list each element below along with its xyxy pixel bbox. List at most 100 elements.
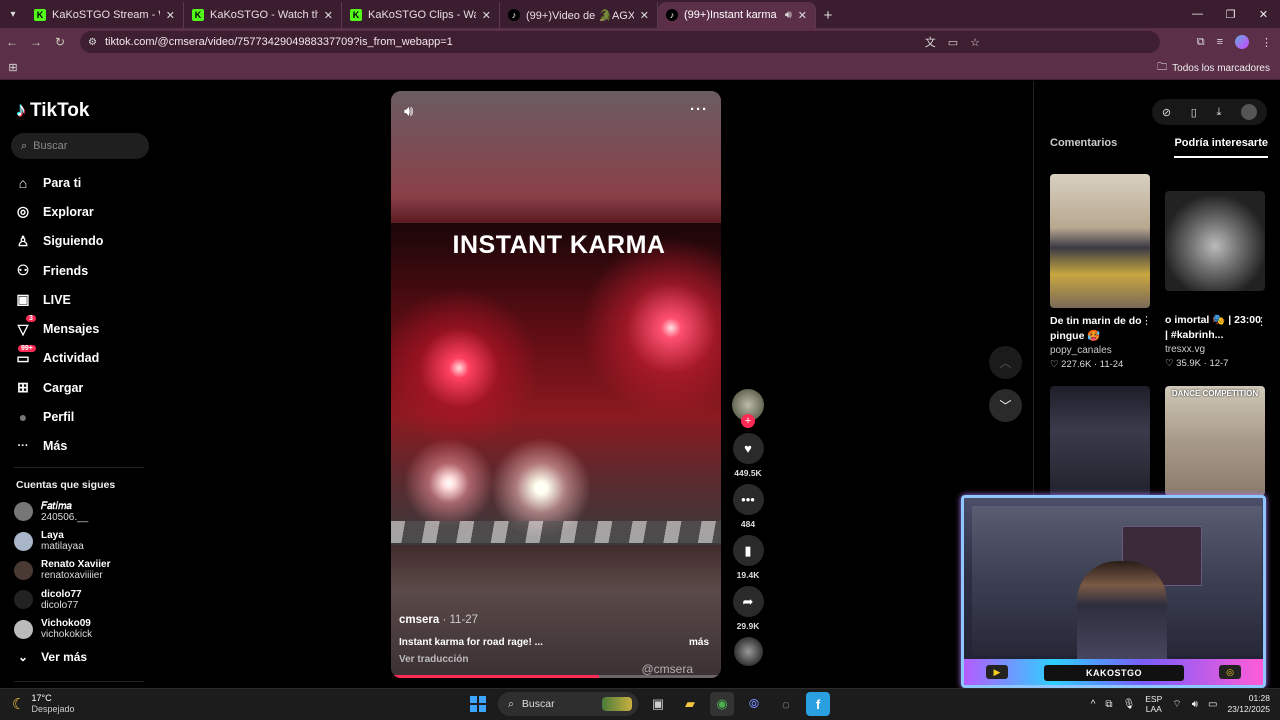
- nav-item-cargar[interactable]: ⊞ Cargar: [14, 373, 103, 402]
- translate-button[interactable]: Ver traducción: [399, 654, 468, 665]
- download-icon[interactable]: ⤓: [1217, 106, 1222, 119]
- share-action[interactable]: ➦ 29.9K: [732, 586, 764, 633]
- volume-icon[interactable]: 🔊︎: [1192, 699, 1198, 710]
- music-disc-icon[interactable]: [733, 637, 763, 666]
- recommended-card[interactable]: De tin marin de do pingue 🥵 ⋮ popy_canal…: [1050, 174, 1152, 370]
- weather-widget[interactable]: ☾ 17°C Despejado: [12, 693, 74, 715]
- more-description-button[interactable]: más: [689, 637, 709, 648]
- heart-icon[interactable]: ♥: [732, 433, 764, 464]
- all-bookmarks-folder[interactable]: 🗀︎ Todos los marcadores: [1157, 56, 1270, 80]
- card-more-icon[interactable]: ⋮: [1256, 315, 1267, 328]
- chrome-icon[interactable]: ◉: [710, 692, 734, 716]
- tiktok-logo[interactable]: ♪ TikTok: [16, 99, 89, 122]
- restore-icon[interactable]: ❐: [1214, 0, 1247, 28]
- tray-overflow-icon[interactable]: ^: [1091, 699, 1096, 710]
- url-input[interactable]: ⚙ tiktok.com/@cmsera/video/7577342904988…: [80, 31, 1160, 53]
- forward-icon[interactable]: →: [24, 28, 48, 56]
- bookmark-star-icon[interactable]: ☆: [970, 36, 980, 49]
- obs-icon[interactable]: ◌: [774, 692, 798, 716]
- reading-list-icon[interactable]: ≡: [1217, 36, 1223, 48]
- nav-item-mensajes[interactable]: ▽ 3 Mensajes: [14, 314, 103, 343]
- see-more-button[interactable]: ⌄ Ver más: [18, 650, 87, 664]
- close-tab-icon[interactable]: ✕: [166, 9, 175, 22]
- nav-item-friends[interactable]: ⚇ Friends: [14, 256, 103, 285]
- card-date: 12-7: [1209, 358, 1229, 369]
- creator-avatar[interactable]: +: [732, 389, 764, 428]
- file-explorer-icon[interactable]: ▰: [678, 692, 702, 716]
- profile-avatar[interactable]: [1235, 35, 1249, 49]
- user-avatar[interactable]: [1241, 104, 1258, 120]
- translate-icon[interactable]: 文: [925, 34, 936, 50]
- recommended-card[interactable]: o imortal 🎭 | 23:00 | #kabrinh... ⋮ tres…: [1165, 191, 1267, 369]
- tray-app-icon[interactable]: ⧉: [1105, 699, 1112, 710]
- extensions-icon[interactable]: ⧉: [1197, 36, 1205, 49]
- recommended-card[interactable]: [1050, 386, 1150, 496]
- app-icon[interactable]: ⦾: [742, 692, 766, 716]
- close-window-icon[interactable]: ✕: [1247, 0, 1280, 28]
- video-author[interactable]: cmsera · 11-27: [399, 614, 478, 626]
- nav-item-explorar[interactable]: ◎ Explorar: [14, 197, 103, 226]
- speaker-icon[interactable]: 🔊︎: [785, 9, 792, 22]
- nav-item-actividad[interactable]: ▭ 99+ Actividad: [14, 344, 103, 373]
- save-action[interactable]: ▮ 19.4K: [732, 535, 764, 582]
- tab-podria-interesarte[interactable]: Podría interesarte: [1174, 137, 1268, 158]
- comment-action[interactable]: ••• 484: [732, 484, 764, 531]
- nav-item-mas[interactable]: ··· Más: [14, 432, 103, 461]
- following-icon: ♙: [16, 232, 30, 249]
- nav-item-para-ti[interactable]: ⌂ Para ti: [14, 168, 103, 197]
- browser-tab[interactable]: K KaKoSTGO Clips - Watch Live o ✕: [342, 2, 500, 28]
- search-input[interactable]: ⌕ Buscar: [11, 133, 149, 159]
- following-account[interactable]: Laya matilayaa: [14, 526, 110, 555]
- cast-icon[interactable]: ▭: [948, 36, 958, 49]
- coins-icon[interactable]: ⊘: [1162, 106, 1171, 119]
- following-account[interactable]: Renato Xaviier renatoxaviiiier: [14, 556, 110, 585]
- device-icon[interactable]: ▯: [1191, 106, 1197, 119]
- bookmark-icon[interactable]: ▮: [732, 535, 764, 566]
- more-options-icon[interactable]: ···: [690, 101, 708, 118]
- comment-icon[interactable]: •••: [732, 484, 764, 515]
- minimize-icon[interactable]: —: [1181, 0, 1214, 28]
- facebook-icon[interactable]: f: [806, 692, 830, 716]
- back-icon[interactable]: ←: [0, 28, 24, 56]
- nav-item-live[interactable]: ▣ LIVE: [14, 285, 103, 314]
- tab-search-icon[interactable]: ▾: [0, 0, 26, 28]
- nav-item-perfil[interactable]: ● Perfil: [14, 402, 103, 431]
- battery-icon[interactable]: ▭: [1208, 699, 1217, 710]
- new-tab-button[interactable]: +: [816, 2, 840, 28]
- close-tab-icon[interactable]: ✕: [482, 9, 491, 22]
- following-account[interactable]: 𝐹𝑎𝑡𝑖𝑚𝑎 240506.__: [14, 497, 110, 526]
- clock[interactable]: 01:28 23/12/2025: [1227, 693, 1270, 715]
- following-account[interactable]: dicolo77 dicolo77: [14, 585, 110, 614]
- video-progress-bar[interactable]: [391, 675, 721, 678]
- card-more-icon[interactable]: ⋮: [1141, 314, 1152, 327]
- chrome-menu-icon[interactable]: ⋮: [1261, 36, 1272, 49]
- language-indicator[interactable]: ESP LAA: [1145, 694, 1162, 714]
- reload-icon[interactable]: ↻: [48, 28, 72, 56]
- like-action[interactable]: ♥ 449.5K: [732, 433, 764, 480]
- recommended-card[interactable]: DANCE COMPETITION: [1165, 386, 1265, 496]
- close-tab-icon[interactable]: ✕: [798, 9, 807, 22]
- video-player[interactable]: INSTANT KARMA 🔊︎ ··· cmsera · 11-27 Inst…: [391, 91, 721, 678]
- follow-plus-icon[interactable]: +: [741, 414, 755, 428]
- wifi-icon[interactable]: ⌔: [1172, 698, 1181, 711]
- browser-tab[interactable]: K KaKoSTGO - Watch the VOD on ✕: [184, 2, 342, 28]
- tab-comentarios[interactable]: Comentarios: [1050, 137, 1117, 158]
- browser-tab-active[interactable]: ♪ (99+)Instant karma for road 🔊︎ ✕: [658, 2, 816, 28]
- video-watermark: @cmsera: [641, 662, 693, 676]
- close-tab-icon[interactable]: ✕: [640, 9, 649, 22]
- previous-video-button[interactable]: ︿: [989, 346, 1022, 379]
- taskbar-search[interactable]: ⌕ Buscar: [498, 692, 638, 716]
- browser-tab[interactable]: K KaKoSTGO Stream - Watch Live ✕: [26, 2, 184, 28]
- following-account[interactable]: Vichoko09 vichokokick: [14, 615, 110, 644]
- apps-grid-icon[interactable]: ⊞: [0, 61, 26, 74]
- volume-icon[interactable]: 🔊︎: [404, 103, 413, 120]
- share-icon[interactable]: ➦: [732, 586, 764, 617]
- task-view-icon[interactable]: ▣: [646, 692, 670, 716]
- microphone-icon[interactable]: 🎙︎: [1123, 699, 1136, 710]
- close-tab-icon[interactable]: ✕: [324, 9, 333, 22]
- browser-tab[interactable]: ♪ (99+)Video de 🐊AGXS🐊 (@ ✕: [500, 2, 658, 28]
- nav-item-siguiendo[interactable]: ♙ Siguiendo: [14, 227, 104, 256]
- windows-start-icon[interactable]: [466, 692, 490, 716]
- next-video-button[interactable]: ﹀: [989, 389, 1022, 422]
- site-info-icon[interactable]: ⚙: [88, 37, 97, 48]
